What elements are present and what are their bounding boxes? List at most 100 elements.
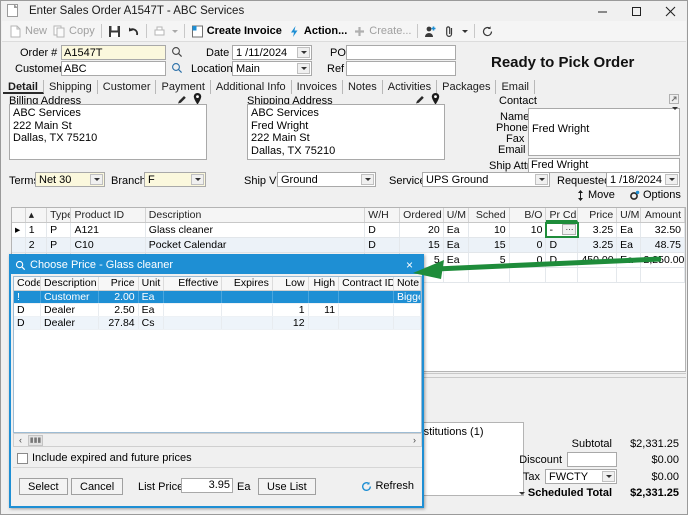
date-field[interactable]: 1 /11/2024 — [232, 45, 312, 60]
price-col-effective[interactable]: Effective — [164, 277, 222, 290]
cell-ordered[interactable]: 15 — [400, 238, 444, 252]
cell-ordered[interactable]: 20 — [400, 223, 444, 237]
tab-detail[interactable]: Detail — [3, 80, 44, 94]
tab-packages[interactable]: Packages — [437, 80, 496, 94]
date-dropdown-button[interactable] — [297, 47, 310, 58]
price-cell-unit[interactable]: Ea — [139, 291, 164, 303]
cell-price[interactable]: 3.25 — [578, 223, 617, 237]
price-cell-effective[interactable] — [164, 304, 222, 316]
grid-col-sched[interactable]: Sched — [469, 208, 510, 222]
price-cell-note[interactable] — [394, 317, 421, 329]
cell-um2[interactable]: Ea — [617, 253, 640, 267]
price-col-note[interactable]: Note — [394, 277, 421, 290]
shipping-address-text[interactable]: ABC Services Fred Wright 222 Main St Dal… — [247, 104, 445, 160]
price-cell-low[interactable] — [273, 291, 309, 303]
price-row[interactable]: DDealer2.50Ea111 — [14, 304, 421, 317]
cell-empty[interactable] — [617, 268, 640, 282]
cell-indicator[interactable]: ▸ — [12, 223, 26, 237]
tab-shipping[interactable]: Shipping — [44, 80, 98, 94]
price-cell-price[interactable]: 2.50 — [99, 304, 138, 316]
order-search-icon[interactable] — [171, 46, 183, 58]
cell-price[interactable]: 3.25 — [578, 238, 617, 252]
price-cell-high[interactable]: 11 — [309, 304, 340, 316]
price-col-code[interactable]: Code — [14, 277, 41, 290]
tab-payment[interactable]: Payment — [156, 80, 210, 94]
grid-col-wh[interactable]: W/H — [365, 208, 400, 222]
grid-col-type[interactable]: Type — [47, 208, 71, 222]
cell-bo[interactable]: 0 — [510, 238, 547, 252]
service-field[interactable]: UPS Ground — [422, 172, 550, 187]
copy-button[interactable]: Copy — [50, 22, 98, 41]
price-cell-expires[interactable] — [222, 304, 273, 316]
select-button[interactable]: Select — [19, 478, 68, 495]
cell-type[interactable]: P — [47, 223, 71, 237]
price-row[interactable]: DDealer27.84Cs12 — [14, 317, 421, 330]
scroll-left-arrow-icon[interactable]: ‹ — [14, 435, 27, 445]
cell-sched[interactable]: 10 — [469, 223, 510, 237]
create-button[interactable]: Create... — [350, 22, 414, 41]
undo-button[interactable] — [124, 22, 143, 41]
contact-expand-icon[interactable] — [669, 94, 679, 104]
new-button[interactable]: New — [6, 22, 50, 41]
cell-sched[interactable]: 15 — [469, 238, 510, 252]
cell-prcd[interactable]: -⋯ — [546, 223, 578, 237]
table-row[interactable]: ▸1PA121Glass cleanerD20Ea1010-⋯3.25Ea32.… — [12, 223, 685, 238]
cell-empty[interactable] — [444, 268, 469, 282]
cell-bo[interactable]: 10 — [510, 223, 547, 237]
tab-activities[interactable]: Activities — [383, 80, 437, 94]
use-list-button[interactable]: Use List — [258, 478, 316, 495]
billing-address-text[interactable]: ABC Services 222 Main St Dallas, TX 7521… — [9, 104, 207, 160]
price-code-ellipsis-button[interactable]: ⋯ — [562, 224, 576, 235]
grid-col-price[interactable]: Price — [578, 208, 617, 222]
cell-empty[interactable] — [578, 268, 617, 282]
grid-col-prcd[interactable]: Pr Cd — [546, 208, 578, 222]
tab-notes[interactable]: Notes — [343, 80, 383, 94]
refresh-toolbar-button[interactable] — [478, 22, 497, 41]
price-cell-low[interactable]: 12 — [273, 317, 309, 329]
service-dropdown-button[interactable] — [535, 174, 548, 185]
price-col-contract[interactable]: Contract ID — [339, 277, 394, 290]
cell-product[interactable]: A121 — [71, 223, 145, 237]
discount-input[interactable] — [567, 452, 617, 467]
cell-product[interactable]: C10 — [71, 238, 145, 252]
price-cell-unit[interactable]: Ea — [139, 304, 164, 316]
hscroll-thumb[interactable]: ▮▮▮ — [28, 435, 43, 446]
price-col-expires[interactable]: Expires — [222, 277, 273, 290]
cell-description[interactable]: Pocket Calendar — [146, 238, 366, 252]
dialog-close-button[interactable]: × — [401, 259, 418, 271]
cell-um1[interactable]: Ea — [444, 238, 469, 252]
cell-empty[interactable] — [510, 268, 547, 282]
price-col-price[interactable]: Price — [99, 277, 138, 290]
choose-price-dialog[interactable]: Choose Price - Glass cleaner × CodeDescr… — [9, 254, 424, 508]
options-button[interactable]: Options — [629, 189, 681, 201]
cell-sched[interactable]: 5 — [469, 253, 510, 267]
price-cell-price[interactable]: 2.00 — [99, 291, 138, 303]
price-cell-expires[interactable] — [222, 291, 273, 303]
location-field[interactable]: Main — [232, 61, 312, 76]
grid-col-description[interactable]: Description — [146, 208, 366, 222]
cell-um1[interactable]: Ea — [444, 223, 469, 237]
cell-prcd[interactable]: D — [546, 238, 578, 252]
cell-um2[interactable]: Ea — [617, 238, 640, 252]
cell-indicator[interactable] — [12, 238, 26, 252]
scroll-right-arrow-icon[interactable]: › — [408, 435, 421, 445]
cell-amount[interactable]: 2,250.00 — [641, 253, 686, 267]
table-row[interactable]: 2PC10Pocket CalendarD15Ea150D3.25Ea48.75 — [12, 238, 685, 253]
price-cell-code[interactable]: ! — [14, 291, 41, 303]
cell-bo[interactable]: 0 — [510, 253, 547, 267]
attachment-button[interactable] — [440, 22, 459, 41]
refresh-button[interactable]: Refresh — [361, 480, 414, 492]
requested-dropdown-button[interactable] — [665, 174, 678, 185]
tax-dropdown-button[interactable] — [602, 471, 615, 482]
price-cell-note[interactable]: Bigge — [394, 291, 421, 303]
price-cell-expires[interactable] — [222, 317, 273, 329]
price-cell-high[interactable] — [309, 317, 340, 329]
grid-col-indicator[interactable] — [12, 208, 26, 222]
terms-field[interactable]: Net 30 — [35, 172, 105, 187]
po-input[interactable] — [346, 45, 456, 60]
terms-dropdown-button[interactable] — [90, 174, 103, 185]
grid-col-um1[interactable]: U/M — [444, 208, 469, 222]
grid-col-lineno[interactable]: ▴ — [26, 208, 47, 222]
grid-col-ordered[interactable]: Ordered — [400, 208, 444, 222]
cell-empty[interactable] — [546, 268, 578, 282]
